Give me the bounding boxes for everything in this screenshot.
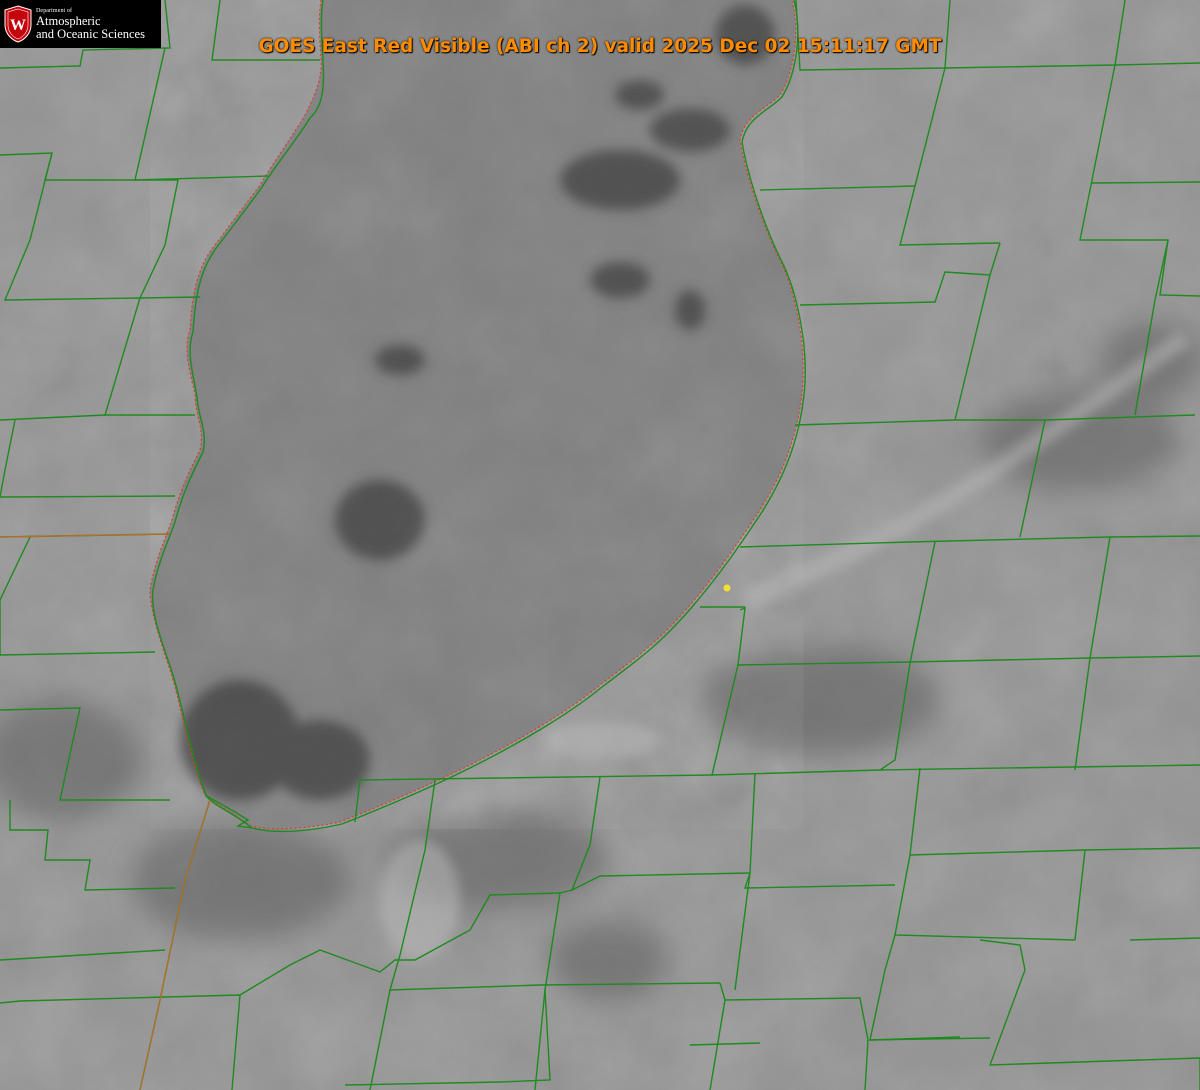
image-grain <box>0 0 1200 1090</box>
logo-department: Department of <box>36 7 73 14</box>
logo-line-1: Atmospheric <box>36 13 101 28</box>
logo-text: Department of Atmospheric and Oceanic Sc… <box>36 8 145 41</box>
logo-line-2: and Oceanic Sciences <box>36 27 145 41</box>
point-marker <box>723 584 731 592</box>
uw-seal-icon: W <box>4 5 32 43</box>
seal-letter: W <box>10 17 26 34</box>
aos-logo: W Department of Atmospheric and Oceanic … <box>0 0 161 48</box>
satellite-map <box>0 0 1200 1090</box>
satellite-image-viewer: W Department of Atmospheric and Oceanic … <box>0 0 1200 1090</box>
